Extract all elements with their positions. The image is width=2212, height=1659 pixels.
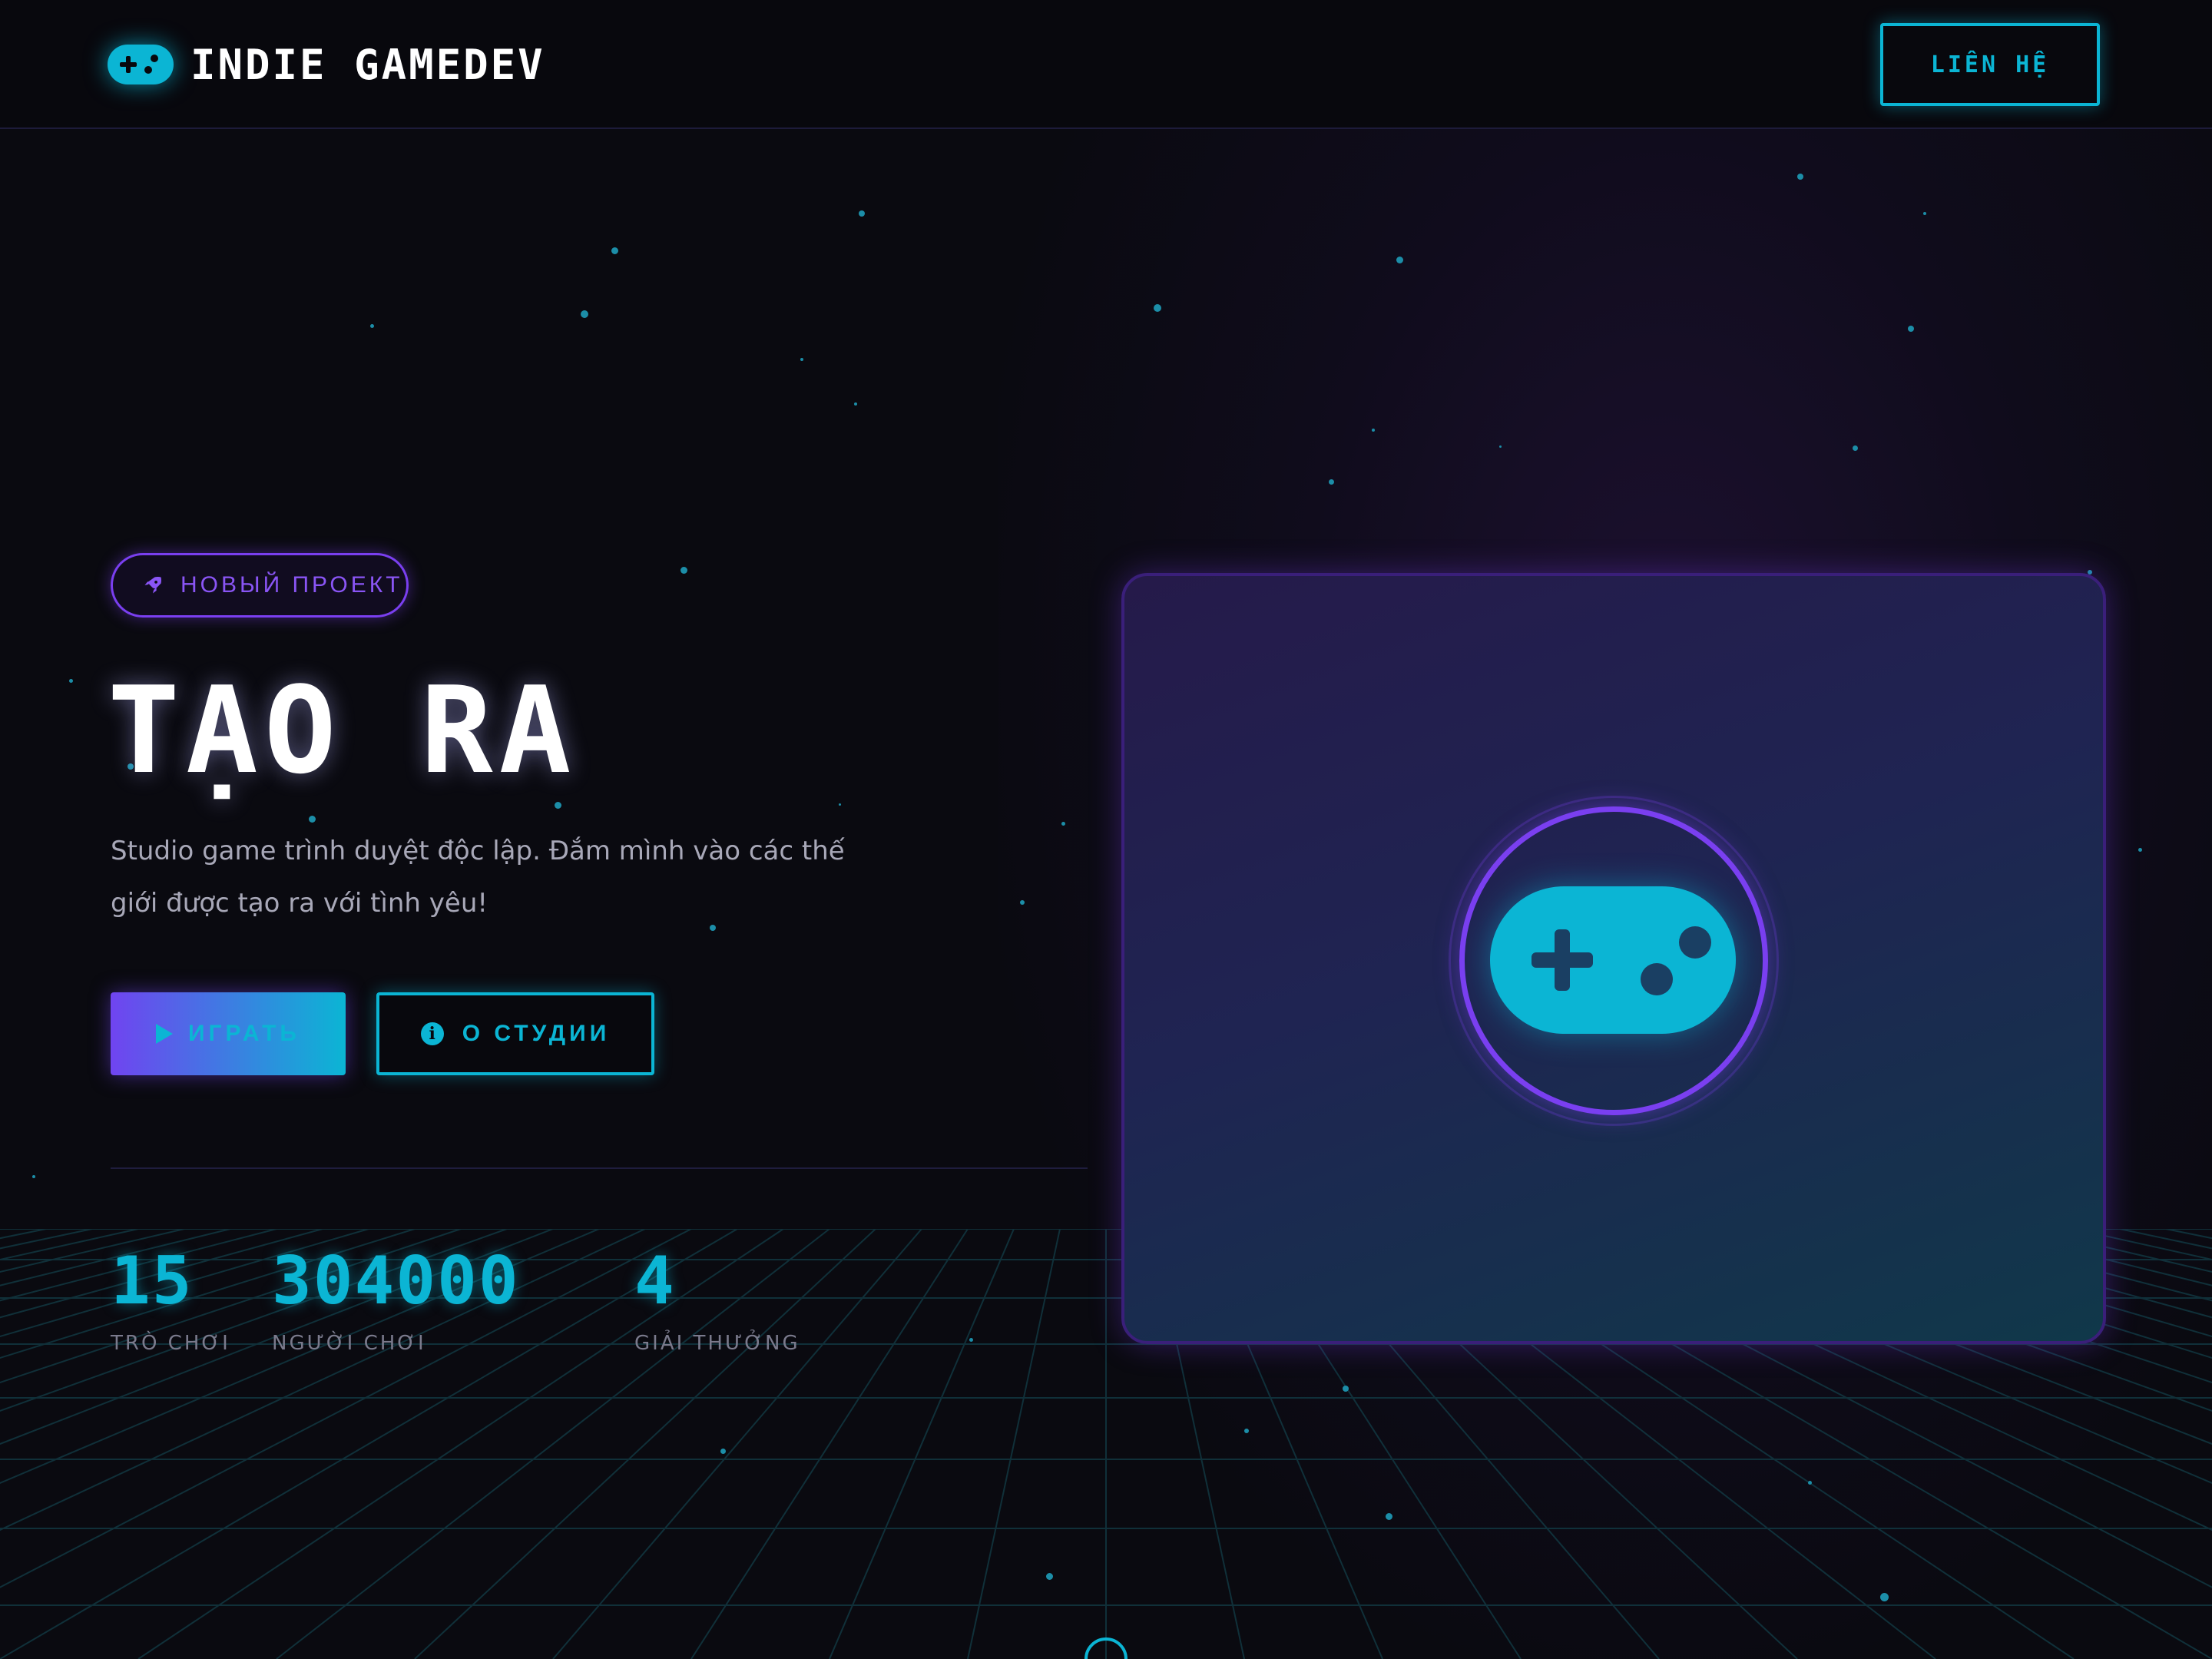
stat-value: 304000 <box>272 1243 520 1320</box>
star <box>2138 848 2142 852</box>
stat-value: 4 <box>634 1243 676 1320</box>
star <box>1396 257 1403 263</box>
star <box>1908 326 1914 332</box>
star <box>1046 1573 1053 1580</box>
stat-players: 304000 NGƯỜI CHƠI <box>272 1243 520 1355</box>
hero-title: TẠO RA <box>108 661 578 800</box>
star <box>555 802 561 809</box>
star <box>1020 900 1025 905</box>
stat-games: 15 TRÒ CHƠI <box>111 1243 230 1355</box>
star <box>839 803 841 806</box>
star <box>611 247 618 254</box>
play-button-label: ИГРАТЬ <box>187 1021 300 1046</box>
star <box>969 1338 973 1342</box>
gamepad-icon <box>1490 886 1736 1034</box>
star <box>32 1175 35 1178</box>
star <box>370 324 374 328</box>
star <box>859 210 865 217</box>
contact-button[interactable]: LIÊN HỆ <box>1880 23 2100 106</box>
stats-divider <box>111 1167 1088 1169</box>
star <box>1386 1513 1392 1520</box>
gamepad-icon <box>108 45 174 84</box>
stat-awards: 4 GIẢI THƯỞNG <box>634 1243 800 1355</box>
about-studio-button[interactable]: i О СТУДИИ <box>376 992 654 1075</box>
logo[interactable]: INDIE GAMEDEV <box>108 40 545 89</box>
star <box>1880 1593 1889 1601</box>
star <box>720 1449 726 1454</box>
star <box>680 567 687 574</box>
stat-label: NGƯỜI CHƠI <box>272 1332 426 1355</box>
play-button[interactable]: ИГРАТЬ <box>111 992 346 1075</box>
star <box>800 358 803 361</box>
badge-label: НОВЫЙ ПРОЕКТ <box>180 572 403 598</box>
star <box>854 402 857 406</box>
stat-value: 15 <box>111 1243 194 1320</box>
star <box>1329 479 1334 485</box>
star <box>1372 429 1375 432</box>
new-project-badge: НОВЫЙ ПРОЕКТ <box>111 553 409 618</box>
play-icon <box>155 1024 173 1044</box>
brand-name: INDIE GAMEDEV <box>190 40 545 89</box>
site-header: INDIE GAMEDEV LIÊN HỆ <box>0 0 2212 129</box>
about-button-label: О СТУДИИ <box>462 1021 611 1046</box>
hero-description: Studio game trình duyệt độc lập. Đắm mìn… <box>111 836 845 919</box>
stat-label: TRÒ CHƠI <box>111 1332 230 1355</box>
star <box>1853 445 1858 451</box>
star <box>1154 304 1161 312</box>
star <box>1923 212 1926 215</box>
star <box>1797 174 1803 180</box>
star <box>69 679 73 683</box>
star <box>309 816 316 823</box>
star <box>581 310 588 318</box>
rocket-icon <box>144 576 162 594</box>
star <box>1808 1481 1812 1485</box>
star <box>1343 1386 1349 1392</box>
star <box>1499 445 1502 448</box>
star <box>1061 822 1065 826</box>
star <box>1244 1429 1249 1433</box>
stat-label: GIẢI THƯỞNG <box>634 1332 800 1355</box>
info-icon: i <box>420 1022 444 1045</box>
